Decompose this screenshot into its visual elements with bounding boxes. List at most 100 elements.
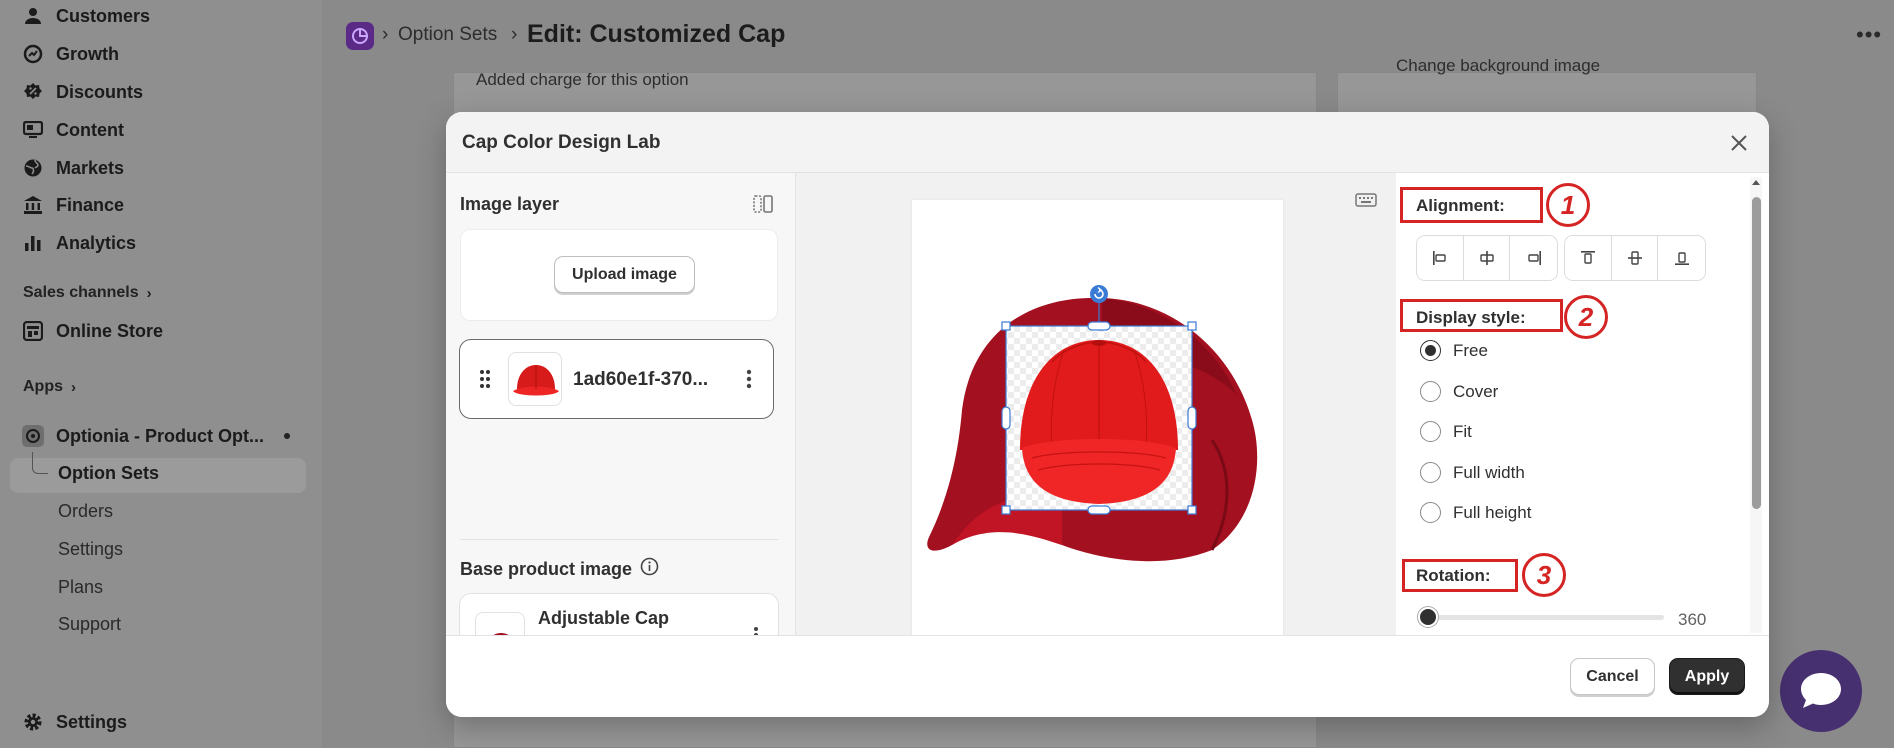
- radio-button[interactable]: [1420, 462, 1441, 483]
- breadcrumb-separator: ›: [382, 24, 389, 45]
- more-actions-icon[interactable]: •••: [1856, 22, 1882, 48]
- page-title: Edit: Customized Cap: [527, 20, 786, 48]
- apps-heading[interactable]: Apps ›: [23, 378, 76, 396]
- chevron-right-icon: ›: [71, 378, 76, 396]
- breadcrumb-option-sets[interactable]: Option Sets: [398, 24, 497, 46]
- sidebar-item-label: Settings: [56, 711, 128, 732]
- sidebar-item-settings[interactable]: Settings: [22, 706, 127, 738]
- panel-toggle-icon[interactable]: [752, 193, 776, 217]
- layers-panel: Image layer Upload image 1ad60e1f-370...…: [446, 173, 796, 635]
- design-canvas-area: [796, 173, 1396, 635]
- close-icon[interactable]: [1726, 130, 1752, 156]
- sidebar-item-optionia-app[interactable]: Optionia - Product Opt...: [22, 420, 264, 452]
- sidebar-item-analytics[interactable]: Analytics: [22, 227, 136, 259]
- sidebar-item-customers[interactable]: Customers: [22, 0, 150, 32]
- divider: [460, 539, 778, 540]
- apply-button[interactable]: Apply: [1669, 658, 1745, 695]
- sidebar-item-content[interactable]: Content: [22, 114, 124, 146]
- sidebar-item-label: Optionia - Product Opt...: [56, 425, 264, 446]
- chat-launcher-button[interactable]: [1780, 650, 1862, 732]
- drag-handle-icon[interactable]: [478, 368, 492, 390]
- align-top-icon[interactable]: [1565, 236, 1612, 280]
- align-bottom-icon[interactable]: [1658, 236, 1705, 280]
- sidebar-subitem-orders[interactable]: Orders: [58, 501, 113, 522]
- app-logo-icon[interactable]: [346, 22, 374, 50]
- upload-dropzone[interactable]: Upload image: [460, 229, 778, 321]
- layer-thumbnail: [508, 352, 562, 406]
- horizontal-align-group: [1416, 235, 1558, 281]
- display-option-free[interactable]: Free: [1420, 340, 1488, 361]
- modal-header: Cap Color Design Lab: [446, 112, 1769, 173]
- modal-title: Cap Color Design Lab: [462, 132, 661, 153]
- sidebar-item-label: Finance: [56, 194, 125, 215]
- sidebar-item-label: Customers: [56, 5, 151, 26]
- scroll-up-arrow-icon[interactable]: [1750, 175, 1762, 187]
- app-logo-icon: [22, 425, 44, 447]
- store-icon: [22, 320, 44, 342]
- base-product-title: Base product image: [460, 557, 659, 581]
- sidebar-item-online-store[interactable]: Online Store: [22, 315, 163, 347]
- display-option-fit[interactable]: Fit: [1420, 421, 1472, 442]
- display-option-full-height[interactable]: Full height: [1420, 502, 1531, 523]
- rotate-handle-icon[interactable]: [1090, 285, 1108, 303]
- align-right-icon[interactable]: [1510, 236, 1557, 280]
- display-option-full-width[interactable]: Full width: [1420, 462, 1525, 483]
- annotation-number-3: 3: [1522, 553, 1566, 597]
- radio-button[interactable]: [1420, 340, 1441, 361]
- layer-name: 1ad60e1f-370...: [573, 369, 709, 390]
- sidebar-item-finance[interactable]: Finance: [22, 189, 124, 221]
- sidebar-item-label: Content: [56, 119, 124, 140]
- radio-button[interactable]: [1420, 502, 1441, 523]
- panel-scrollbar-thumb[interactable]: [1752, 197, 1761, 509]
- sidebar-item-markets[interactable]: Markets: [22, 152, 124, 184]
- radio-button[interactable]: [1420, 421, 1441, 442]
- breadcrumb-separator: ›: [511, 24, 518, 45]
- sidebar-subitem-support[interactable]: Support: [58, 614, 121, 635]
- base-product-more-icon[interactable]: [750, 624, 762, 635]
- display-option-cover[interactable]: Cover: [1420, 381, 1498, 402]
- radio-button[interactable]: [1420, 381, 1441, 402]
- sidebar-item-growth[interactable]: Growth: [22, 38, 119, 70]
- growth-icon: [22, 43, 44, 65]
- sidebar-item-label: Discounts: [56, 81, 144, 102]
- change-background-text: Change background image: [1396, 56, 1601, 75]
- vertical-align-group: [1564, 235, 1706, 281]
- discount-icon: [22, 81, 44, 103]
- bank-icon: [22, 194, 44, 216]
- status-dot: [284, 433, 290, 439]
- base-product-thumbnail: [475, 612, 525, 635]
- selected-layer-box[interactable]: [1001, 300, 1197, 515]
- chat-icon: [1801, 673, 1841, 708]
- keyboard-icon[interactable]: [1355, 193, 1377, 207]
- annotation-box-3: [1402, 559, 1518, 592]
- tree-connector: [32, 452, 48, 474]
- upload-image-button[interactable]: Upload image: [554, 256, 695, 293]
- person-icon: [22, 5, 44, 27]
- sidebar-subitem-option-sets[interactable]: Option Sets: [58, 463, 159, 484]
- sidebar-item-discounts[interactable]: Discounts: [22, 76, 143, 108]
- align-center-horizontal-icon[interactable]: [1463, 236, 1511, 280]
- rotation-value: 360: [1678, 610, 1707, 629]
- sidebar-subitem-settings[interactable]: Settings: [58, 539, 123, 560]
- info-icon[interactable]: [640, 557, 659, 581]
- base-product-name: Adjustable Cap: [538, 608, 670, 628]
- content-icon: [22, 119, 44, 141]
- base-product-item[interactable]: Adjustable Cap: [459, 593, 779, 635]
- align-left-icon[interactable]: [1417, 236, 1464, 280]
- sidebar-subitem-plans[interactable]: Plans: [58, 577, 103, 598]
- sidebar-item-label: Markets: [56, 157, 125, 178]
- cancel-button[interactable]: Cancel: [1570, 658, 1655, 695]
- bar-chart-icon: [22, 232, 44, 254]
- gear-icon: [22, 711, 44, 733]
- annotation-box-1: [1400, 187, 1543, 223]
- image-layer-item[interactable]: 1ad60e1f-370...: [459, 339, 774, 419]
- design-canvas[interactable]: [912, 200, 1283, 635]
- align-middle-vertical-icon[interactable]: [1611, 236, 1659, 280]
- design-lab-modal: Cap Color Design Lab Image layer Upload …: [446, 112, 1769, 717]
- sidebar-item-label: Analytics: [56, 232, 137, 253]
- cap-artwork: [927, 285, 1258, 562]
- rotation-slider-thumb[interactable]: [1418, 607, 1438, 627]
- rotation-slider-track[interactable]: [1428, 615, 1664, 620]
- sales-channels-heading[interactable]: Sales channels ›: [23, 284, 152, 302]
- layer-more-icon[interactable]: [742, 366, 756, 392]
